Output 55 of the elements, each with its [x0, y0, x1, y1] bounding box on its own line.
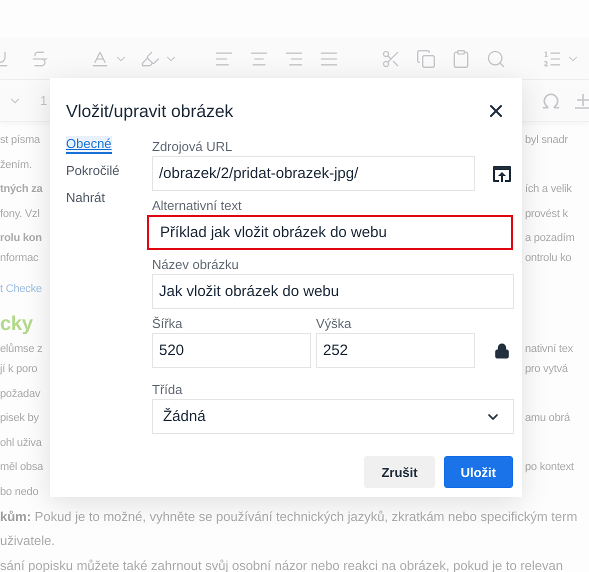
paragraph-text: po kontext	[525, 461, 574, 473]
paragraph-text: rolu kon	[0, 232, 42, 244]
paragraph-text: ontrolu ko	[525, 252, 572, 264]
alt-text-field[interactable]: Příklad jak vložit obrázek do webu	[147, 215, 513, 250]
special-character-icon[interactable]	[541, 90, 561, 110]
field-label: Název obrázku	[152, 256, 240, 274]
dialog-title: Vložit/upravit obrázek	[66, 100, 234, 122]
paragraph-text: kům: Pokud je to možné, vyhněte se používání technických jazyků, zkratkám nebo specifickým term	[0, 508, 578, 524]
copy-icon[interactable]	[416, 48, 436, 68]
paragraph-text: nformac	[0, 252, 38, 264]
paragraph-text: amu obrá	[525, 412, 570, 424]
paragraph-text: a pozadím	[525, 232, 575, 244]
lock-icon[interactable]	[494, 342, 510, 358]
paragraph-text: jí k poro	[0, 363, 38, 375]
title-field[interactable]: Jak vložit obrázek do webu	[152, 274, 514, 309]
dialog-tab[interactable]: Nahrát	[66, 190, 106, 208]
paragraph-text: požadav	[0, 388, 40, 400]
height-field[interactable]: 252	[316, 333, 475, 368]
paragraph-text: pisek by	[0, 412, 39, 424]
search-icon[interactable]	[486, 48, 506, 68]
heading-text: cky	[0, 313, 33, 336]
save-button[interactable]: Uložit	[444, 456, 513, 488]
cancel-button[interactable]: Zrušit	[364, 456, 435, 488]
highlighter-icon[interactable]	[140, 48, 160, 68]
paragraph-text: pro vytvá	[525, 363, 568, 375]
field-label: Alternativní text	[152, 196, 243, 214]
text-color-icon[interactable]	[90, 48, 110, 68]
paragraph-text: elůmse z	[0, 343, 42, 355]
paragraph-text: tných za	[0, 183, 42, 195]
paragraph-text: uživatele.	[0, 533, 55, 548]
strikethrough-icon[interactable]	[30, 48, 50, 68]
paste-icon[interactable]	[451, 48, 471, 68]
paragraph-text: bo nedo	[0, 486, 38, 498]
paragraph-text: byl snadr	[525, 134, 568, 146]
dialog-tab[interactable]: Pokročilé	[66, 163, 120, 181]
field-label: Šířka	[152, 314, 184, 332]
url-field[interactable]: /obrazek/2/pridat-obrazek-jpg/	[152, 156, 475, 191]
paragraph-text: sání popisku můžete také zahrnout svůj osobní názor nebo reakci na obrázek, pokud je to relevan	[0, 558, 563, 572]
field-label: Výška	[316, 314, 352, 333]
class-select[interactable]: Žádná	[152, 399, 514, 434]
paragraph-text: st písma	[0, 134, 40, 146]
field-label: Třída	[152, 380, 184, 398]
dialog-tab[interactable]: Obecné	[66, 136, 112, 154]
paragraph-text: fony. Vzl	[0, 208, 40, 220]
upload-icon[interactable]	[492, 164, 512, 182]
width-field[interactable]: 520	[152, 333, 311, 368]
paragraph-text: nativní tex	[525, 343, 573, 355]
cut-icon[interactable]	[381, 48, 401, 68]
paragraph-text: ích a velik	[525, 183, 572, 195]
paragraph-text: měl obsa	[0, 461, 44, 473]
paragraph-text: žením.	[0, 158, 32, 170]
field-label: Zdrojová URL	[152, 138, 234, 156]
numbered-list-icon[interactable]	[542, 48, 562, 68]
paragraph-text: provést k	[525, 208, 568, 220]
paragraph-text: ohl uživa	[0, 436, 42, 448]
